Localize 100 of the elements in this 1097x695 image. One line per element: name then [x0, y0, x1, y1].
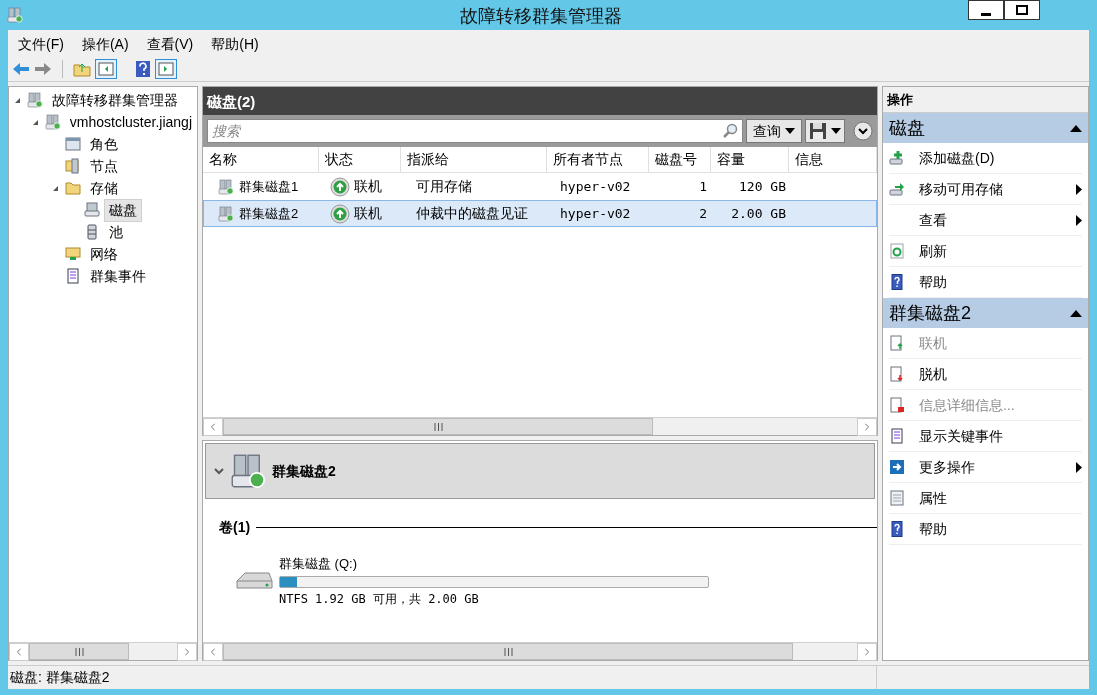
- back-icon[interactable]: [12, 60, 30, 77]
- arrow-right-icon: [889, 459, 905, 475]
- tree-item[interactable]: 磁盘: [104, 198, 142, 222]
- grip-icon: [503, 647, 513, 656]
- volume-name: 群集磁盘 (Q:): [279, 555, 358, 573]
- table-row[interactable]: 群集磁盘2 联机 仲裁中的磁盘见证 hyper-v02 2 2.00 GB: [203, 200, 877, 227]
- folder-server-icon: [65, 158, 81, 174]
- scrollbar-thumb[interactable]: [223, 643, 793, 660]
- minimize-icon: [981, 13, 991, 16]
- maximize-icon: [1016, 5, 1028, 15]
- table-cell-text: 群集磁盘2: [239, 204, 299, 223]
- scroll-left-icon[interactable]: [203, 643, 223, 661]
- action-item[interactable]: 帮助: [889, 514, 1082, 545]
- document-lock-icon: [889, 397, 905, 413]
- help-icon[interactable]: [135, 59, 151, 78]
- refresh-icon: [889, 243, 905, 259]
- log-icon: [889, 428, 905, 444]
- maximize-button[interactable]: [1004, 0, 1040, 20]
- group-header[interactable]: 磁盘: [883, 113, 1088, 143]
- scroll-right-icon[interactable]: [177, 643, 197, 661]
- tree-item[interactable]: 池: [104, 220, 128, 244]
- table-cell-text: 群集磁盘1: [239, 177, 299, 196]
- tree-item[interactable]: 网络: [85, 242, 123, 266]
- table-cell: 可用存储: [416, 178, 472, 194]
- table-cell-text: 1: [699, 177, 707, 196]
- dropdown-caret-icon: [785, 128, 795, 134]
- disk-server-icon: [230, 453, 266, 489]
- server-icon: [27, 92, 43, 108]
- column-header[interactable]: 名称: [203, 147, 319, 172]
- tree-item[interactable]: 故障转移群集管理器: [47, 88, 183, 112]
- tree-item[interactable]: 节点: [85, 154, 123, 178]
- expanded-arrow-icon[interactable]: [31, 118, 39, 126]
- online-status-icon: [330, 203, 350, 224]
- document-up-icon: [889, 335, 905, 351]
- details-title: 群集磁盘2: [272, 461, 336, 481]
- scroll-left-icon[interactable]: [203, 418, 223, 436]
- dropdown-caret-icon: [831, 128, 841, 134]
- action-item[interactable]: 添加磁盘(D): [889, 143, 1082, 174]
- server-icon: [44, 114, 61, 130]
- expand-circle-icon[interactable]: [853, 121, 873, 141]
- panel-title: 磁盘(2): [207, 91, 256, 112]
- add-disk-icon: [889, 150, 905, 166]
- action-item[interactable]: 查看: [889, 205, 1082, 236]
- tree-item[interactable]: vmhostcluster.jiangj: [64, 110, 197, 134]
- folder-icon: [65, 180, 81, 196]
- scroll-left-icon[interactable]: [9, 643, 29, 661]
- document-down-icon: [889, 366, 905, 382]
- table-cell: hyper-v02: [560, 206, 631, 221]
- action-item[interactable]: 属性: [889, 483, 1082, 514]
- status-text: 磁盘: 群集磁盘2: [10, 668, 111, 687]
- save-button[interactable]: [805, 119, 845, 143]
- table-cell: 仲裁中的磁盘见证: [416, 205, 528, 221]
- table-cell-text: 联机: [354, 177, 382, 196]
- column-header[interactable]: 状态: [319, 147, 401, 172]
- menu-item[interactable]: 操作(A): [81, 33, 129, 55]
- disk-server-icon: [218, 178, 234, 195]
- group-header[interactable]: 群集磁盘2: [883, 298, 1088, 328]
- pane-left-icon[interactable]: [95, 58, 117, 79]
- tree-item[interactable]: 群集事件: [85, 264, 151, 288]
- tree-item[interactable]: 角色: [85, 132, 123, 156]
- column-header[interactable]: 容量: [711, 147, 789, 172]
- online-status-icon: [330, 176, 350, 197]
- table-cell-text: 联机: [354, 204, 382, 223]
- menu-item[interactable]: 文件(F): [18, 33, 64, 55]
- menu-item[interactable]: 帮助(H): [211, 33, 259, 55]
- column-header[interactable]: 信息: [789, 147, 877, 172]
- move-disk-icon: [889, 181, 905, 197]
- table-cell-text: 120 GB: [739, 177, 786, 196]
- action-item[interactable]: 脱机: [889, 359, 1082, 390]
- expanded-arrow-icon[interactable]: [13, 96, 21, 104]
- column-header[interactable]: 所有者节点: [547, 147, 649, 172]
- database-icon: [84, 224, 100, 240]
- action-item[interactable]: 显示关键事件: [889, 421, 1082, 452]
- scrollbar-thumb[interactable]: [29, 643, 129, 660]
- network-icon: [65, 246, 81, 262]
- table-row[interactable]: 群集磁盘1 联机 可用存储 hyper-v02 1 120 GB: [203, 173, 877, 200]
- section-title: 卷(1): [219, 518, 251, 537]
- scroll-right-icon[interactable]: [857, 418, 877, 436]
- menu-item[interactable]: 查看(V): [146, 33, 194, 55]
- grip-icon: [74, 647, 84, 656]
- action-item[interactable]: 移动可用存储: [889, 174, 1082, 205]
- table-cell: hyper-v02: [560, 179, 631, 194]
- pane-title: 操作: [887, 90, 913, 109]
- forward-icon[interactable]: [34, 60, 52, 77]
- expanded-arrow-icon[interactable]: [51, 184, 59, 192]
- pane-right-icon[interactable]: [155, 58, 177, 79]
- search-field[interactable]: 搜索: [207, 119, 743, 143]
- app-icon: [7, 7, 23, 23]
- column-header[interactable]: 磁盘号: [649, 147, 711, 172]
- action-item[interactable]: 更多操作: [889, 452, 1082, 483]
- action-item[interactable]: 刷新: [889, 236, 1082, 267]
- column-header[interactable]: 指派给: [401, 147, 547, 172]
- log-icon: [65, 268, 81, 284]
- collapse-chevron-icon[interactable]: [214, 467, 224, 475]
- scroll-right-icon[interactable]: [857, 643, 877, 661]
- tree-item[interactable]: 存储: [85, 176, 123, 200]
- properties-icon: [889, 490, 905, 506]
- query-button[interactable]: 查询: [746, 119, 802, 143]
- scrollbar-thumb[interactable]: [223, 418, 653, 435]
- minimize-button[interactable]: [968, 0, 1004, 20]
